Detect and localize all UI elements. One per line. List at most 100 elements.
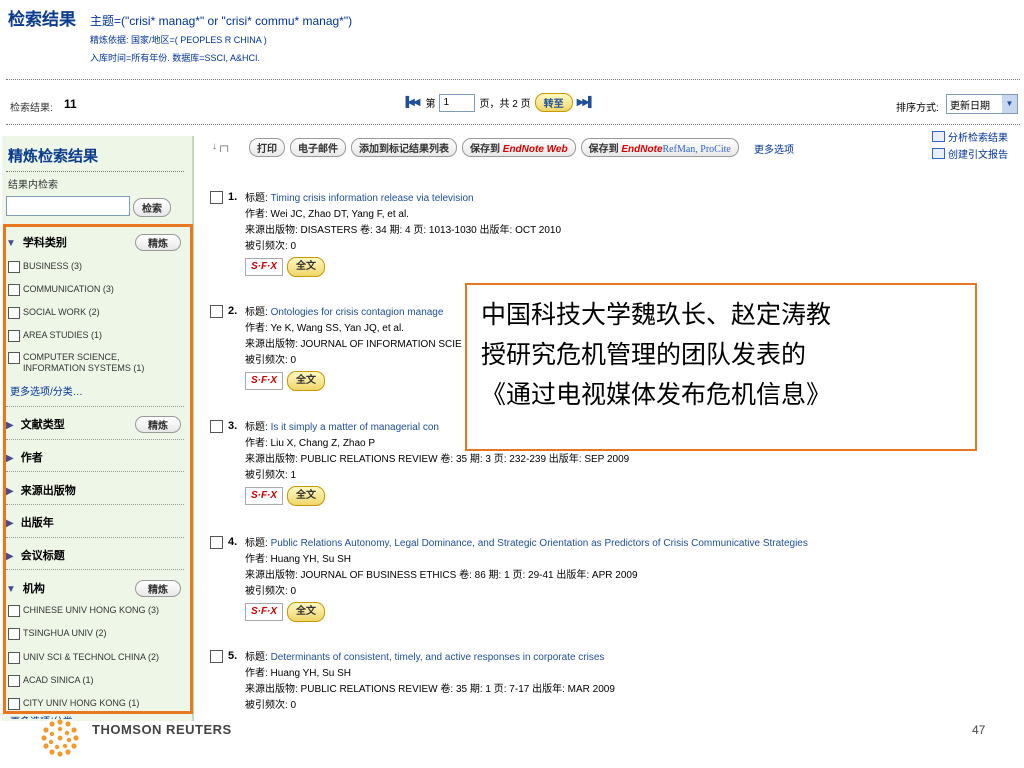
section-source[interactable]: ▶ 来源出版物 (6, 482, 186, 500)
subject-item[interactable]: SOCIAL WORK (2) (8, 307, 183, 319)
refine-basis-text: 精炼依据: 国家/地区=( PEOPLES R CHINA ) (90, 35, 267, 45)
search-within-button[interactable]: 检索 (133, 198, 171, 217)
checkbox[interactable] (8, 352, 20, 364)
section-doctype[interactable]: ▶ 文献类型 精炼 (6, 416, 186, 434)
citation-report-link[interactable]: 创建引文报告 (932, 146, 1008, 161)
checkbox[interactable] (8, 261, 20, 273)
record-source: 来源出版物: DISASTERS 卷: 34 期: 4 页: 1013-1030… (245, 225, 562, 236)
fulltext-button[interactable]: 全文 (287, 602, 325, 622)
callout-line: 《通过电视媒体发布危机信息》 (481, 380, 832, 409)
section-label: 来源出版物 (20, 485, 76, 497)
thomson-reuters-logo-icon (41, 719, 79, 757)
fulltext-button[interactable]: 全文 (287, 257, 325, 277)
checkbox[interactable] (8, 330, 20, 342)
section-label: 机构 (22, 583, 45, 595)
record-cited: 被引频次: 0 (245, 586, 297, 597)
checkbox[interactable] (8, 284, 20, 296)
subject-item[interactable]: COMPUTER SCIENCE, INFORMATION SYSTEMS (1… (8, 352, 158, 374)
subject-item[interactable]: BUSINESS (3) (8, 261, 183, 273)
divider (6, 569, 184, 570)
record-title-link[interactable]: Determinants of consistent, timely, and … (271, 652, 605, 663)
subject-item[interactable]: COMMUNICATION (3) (8, 284, 183, 296)
page-input[interactable] (439, 93, 476, 112)
checkbox[interactable] (8, 675, 20, 687)
subject-item[interactable]: AREA STUDIES (1) (8, 330, 183, 342)
divider (6, 79, 1020, 80)
record-checkbox[interactable] (210, 191, 223, 204)
checkbox[interactable] (8, 698, 20, 710)
sfx-button[interactable]: S·F·X (245, 258, 283, 276)
refine-button[interactable]: 精炼 (135, 234, 181, 251)
institution-item[interactable]: TSINGHUA UNIV (2) (8, 628, 183, 640)
section-year[interactable]: ▶ 出版年 (6, 514, 186, 532)
goto-button[interactable]: 转至 (534, 93, 573, 112)
fulltext-button[interactable]: 全文 (287, 486, 325, 506)
record-title-link[interactable]: Public Relations Autonomy, Legal Dominan… (271, 538, 808, 549)
record-checkbox[interactable] (210, 420, 223, 433)
triangle-right-icon: ▶ (6, 420, 14, 431)
section-author[interactable]: ▶ 作者 (6, 449, 186, 467)
first-page-icon[interactable]: ▐◀◀ (402, 97, 421, 108)
section-institution[interactable]: ▼ 机构 精炼 (6, 580, 186, 598)
save-endnote-web-button[interactable]: 保存到 EndNote Web (462, 138, 576, 157)
refine-button[interactable]: 精炼 (135, 580, 181, 597)
section-label: 文献类型 (20, 419, 65, 431)
record-cited: 被引频次: 0 (245, 700, 297, 711)
record-number: 3. (228, 420, 238, 432)
chevron-down-icon[interactable]: ▼ (1002, 95, 1017, 113)
record-authors: 作者: Ye K, Wang SS, Yan JQ, et al. (245, 323, 404, 334)
search-within-input[interactable] (6, 196, 130, 216)
sfx-button[interactable]: S·F·X (245, 372, 283, 390)
refine-button[interactable]: 精炼 (135, 416, 181, 433)
record-source: 来源出版物: PUBLIC RELATIONS REVIEW 卷: 35 期: … (245, 454, 630, 465)
section-conference[interactable]: ▶ 会议标题 (6, 547, 186, 565)
institution-item[interactable]: CHINESE UNIV HONG KONG (3) (8, 605, 183, 617)
triangle-down-icon: ▼ (6, 584, 16, 595)
checkbox[interactable] (8, 307, 20, 319)
checkbox[interactable] (8, 605, 20, 617)
triangle-right-icon: ▶ (6, 486, 14, 497)
pager: ▐◀◀ 第 页，共 2 页 转至 ▶▶▌ (402, 93, 596, 112)
next-page-icon[interactable]: ▶▶▌ (577, 97, 596, 108)
analyze-results-link[interactable]: 分析检索结果 (932, 129, 1008, 144)
sfx-button[interactable]: S·F·X (245, 603, 283, 621)
record-title-link[interactable]: Timing crisis information release via te… (271, 193, 474, 204)
record-authors: 作者: Huang YH, Su SH (245, 668, 351, 679)
fulltext-button[interactable]: 全文 (287, 371, 325, 391)
record-source: 来源出版物: PUBLIC RELATIONS REVIEW 卷: 35 期: … (245, 684, 615, 695)
institution-item[interactable]: UNIV SCI & TECHNOL CHINA (2) (8, 652, 183, 664)
brand-name: THOMSON REUTERS (92, 722, 232, 737)
print-button[interactable]: 打印 (249, 138, 285, 157)
record-title-link[interactable]: Is it simply a matter of managerial con (271, 422, 439, 433)
record-checkbox[interactable] (210, 536, 223, 549)
checkbox[interactable] (8, 628, 20, 640)
sort-label: 排序方式: (896, 103, 939, 114)
more-options-link[interactable]: 更多选项 (754, 141, 794, 156)
sfx-button[interactable]: S·F·X (245, 487, 283, 505)
search-within-label: 结果内检索 (8, 180, 58, 191)
email-button[interactable]: 电子邮件 (290, 138, 346, 157)
triangle-down-icon: ▼ (6, 238, 16, 249)
checkbox[interactable] (8, 652, 20, 664)
time-database-text: 入库时间=所有年份. 数据库=SSCI, A&HCI. (90, 53, 261, 63)
sort-value: 更新日期 (950, 100, 990, 112)
add-marked-button[interactable]: 添加到标记结果列表 (351, 138, 457, 157)
record-cited: 被引频次: 0 (245, 241, 297, 252)
divider (6, 537, 184, 538)
divider (6, 124, 1020, 125)
institution-item[interactable]: CITY UNIV HONG KONG (1) (8, 698, 183, 710)
divider (6, 439, 184, 440)
sort-select[interactable]: 更新日期 ▼ (946, 94, 1018, 114)
institution-item[interactable]: ACAD SINICA (1) (8, 675, 183, 687)
result-count: 11 (64, 97, 77, 111)
record-title-link[interactable]: Ontologies for crisis contagion manage (271, 307, 444, 318)
record-checkbox[interactable] (210, 305, 223, 318)
record-checkbox[interactable] (210, 650, 223, 663)
record-number: 4. (228, 536, 238, 548)
save-endnote-button[interactable]: 保存到 EndNoteRefMan, ProCite (580, 138, 739, 157)
section-subject[interactable]: ▼ 学科类别 精炼 (6, 234, 186, 252)
results-toolbar: 打印 电子邮件 添加到标记结果列表 保存到 EndNote Web 保存到 En… (249, 138, 739, 157)
more-options-link[interactable]: 更多选项/分类… (10, 383, 83, 398)
slide-page-number: 47 (972, 723, 986, 737)
divider (6, 406, 184, 407)
